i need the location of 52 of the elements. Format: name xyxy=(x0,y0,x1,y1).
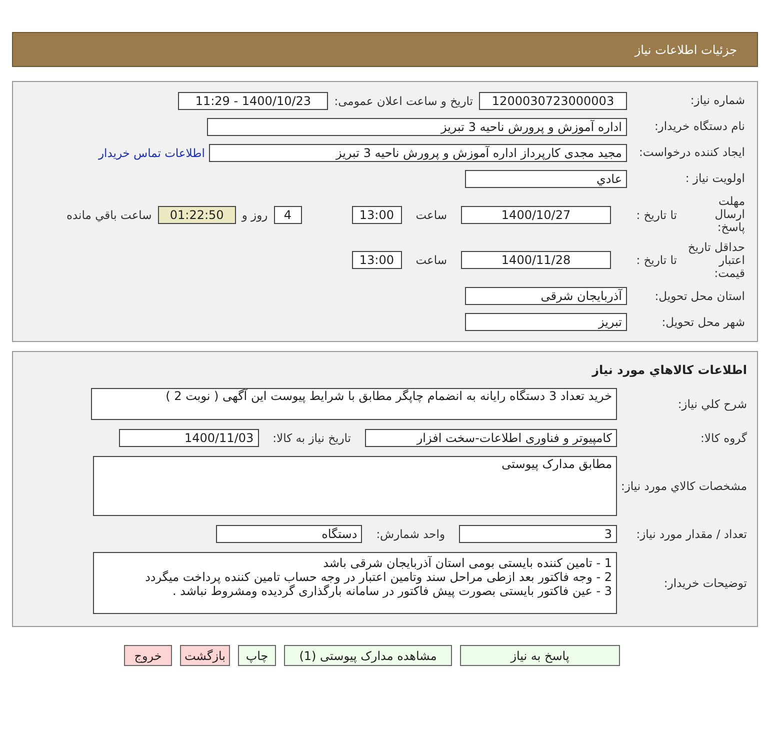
text-field[interactable]: آذربایجان شرقی xyxy=(465,287,627,306)
text-field[interactable]: 4 xyxy=(274,206,302,224)
text-field[interactable]: 1400/10/27 xyxy=(461,206,611,224)
text-field[interactable]: خرید تعداد 3 دستگاه رایانه به انضمام چاپگر مطابق با شرایط پیوست این آگهی ( نوبت 2 ) xyxy=(91,388,617,420)
text-field[interactable]: 13:00 xyxy=(352,206,402,224)
section-title: اطلاعات كالاهاي مورد نياز xyxy=(592,363,747,378)
field-label: مهلت ارسال پاسخ: xyxy=(714,195,745,235)
action-button[interactable]: بازگشت xyxy=(180,645,230,666)
text-field[interactable]: 1400/11/03 xyxy=(118,429,259,448)
field-label: مشخصات كالاي مورد نياز: xyxy=(620,480,747,493)
text-field[interactable]: مجید مجدی کارپرداز اداره آموزش و پرورش ناحیه 3 تبریز xyxy=(209,144,627,162)
text-field[interactable]: کامپیوتر و فناوری اطلاعات-سخت افزار xyxy=(365,429,617,448)
field-label: شماره نیاز: xyxy=(689,94,745,108)
field-label: اولویت نیاز : xyxy=(684,172,745,186)
field-label: تاریخ و ساعت اعلان عمومی: xyxy=(334,94,473,108)
field-label: ایجاد کننده درخواست: xyxy=(638,146,745,160)
text-field[interactable]: 3 xyxy=(459,525,617,544)
field-label: ساعت باقي مانده xyxy=(66,208,152,222)
action-button[interactable]: خروج xyxy=(124,645,172,666)
text-field[interactable]: عادي xyxy=(465,170,627,188)
field-label: نام دستگاه خریدار: xyxy=(653,120,745,134)
field-label: شهر محل تحویل: xyxy=(660,316,745,329)
note-line: 3 - عین فاکتور بایستی بصورت پیش فاکتور در سامانه بارگذاری گردیده ومشروط نباشد . xyxy=(171,584,612,598)
buyer-contact-link[interactable]: اطلاعات تماس خریدار xyxy=(98,146,205,160)
action-button[interactable]: چاپ xyxy=(238,645,276,666)
text-field[interactable]: تبریز xyxy=(465,313,627,332)
text-field[interactable]: 1400/11/28 xyxy=(461,251,611,270)
field-label: گروه کالا: xyxy=(700,432,747,445)
field-label: حداقل تاریخ اعتبار قیمت: xyxy=(686,240,745,280)
field-label: تا تاریخ : xyxy=(635,208,677,222)
note-line: 2 - وجه فاکتور بعد ازطی مراحل سند وتامین اعتبار در وجه حساب تامین کننده پرداخت میگردد xyxy=(144,570,612,584)
text-field[interactable]: 1400/10/23 - 11:29 xyxy=(178,92,328,110)
text-field[interactable]: مطابق مدارک پیوستی xyxy=(93,456,617,516)
field-label: شرح كلي نياز: xyxy=(676,398,747,411)
text-field[interactable]: 13:00 xyxy=(352,251,402,270)
field-label: استان محل تحویل: xyxy=(654,290,745,303)
field-label: تعداد / مقدار مورد نیاز: xyxy=(635,528,747,541)
field-label: ساعت xyxy=(416,208,447,222)
text-field[interactable]: 1200030723000003 xyxy=(479,92,627,110)
page-title: جزئیات اطلاعات نیاز xyxy=(634,42,737,56)
text-field[interactable]: دستگاه xyxy=(216,525,362,544)
action-button[interactable]: مشاهده مدارک پیوستی (1) xyxy=(284,645,452,666)
field-label: واحد شمارش: xyxy=(376,527,445,542)
countdown-field: 01:22:50 xyxy=(158,206,236,224)
action-button[interactable]: پاسخ به نیاز xyxy=(460,645,620,666)
field-label: توضیحات خریدار: xyxy=(662,576,747,590)
field-label: ساعت xyxy=(416,253,447,268)
field-label: روز و xyxy=(242,208,268,222)
field-label: تاریخ نیاز به کالا: xyxy=(272,431,351,446)
text-field[interactable]: اداره آموزش و پرورش ناحیه 3 تبریز xyxy=(207,118,627,136)
field-label: تا تاریخ : xyxy=(635,253,677,268)
note-line: 1 - تامین کننده بایستی بومی استان آذربایجان شرقی باشد xyxy=(322,556,612,570)
